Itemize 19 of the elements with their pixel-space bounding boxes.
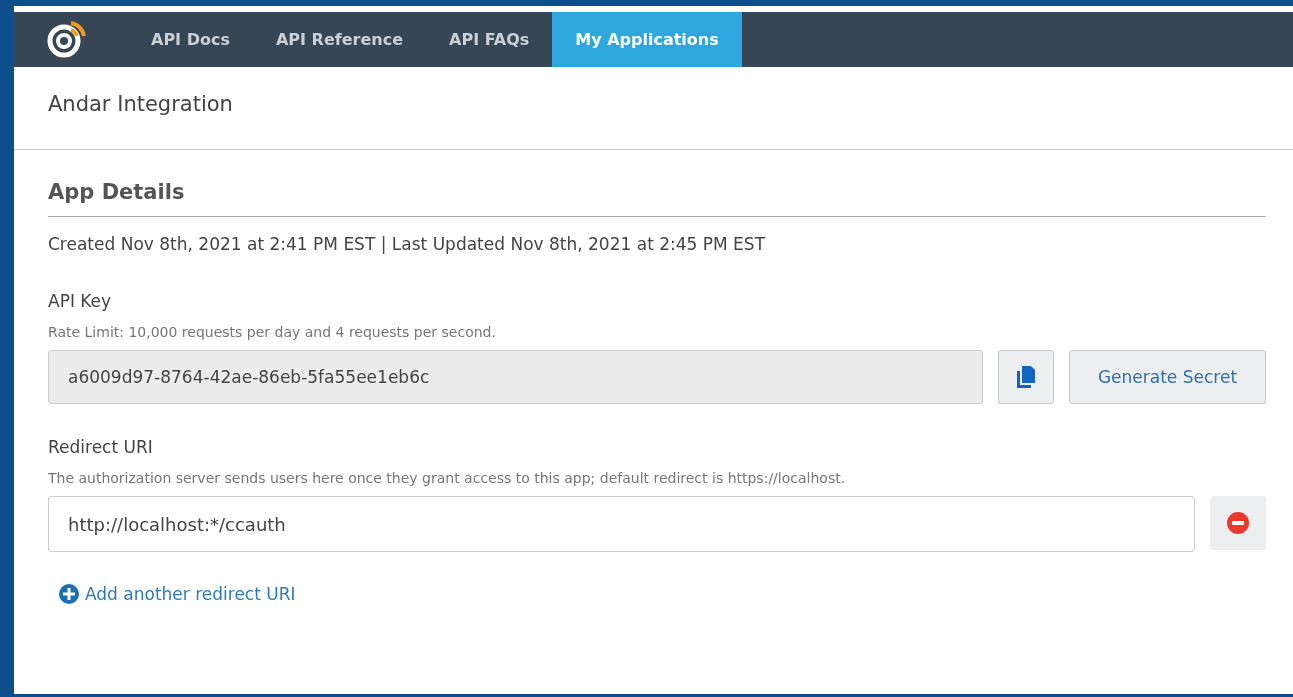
field-hint: The authorization server sends users here once they grant access to this app; default redirect is https://localhost.	[48, 470, 847, 486]
section-heading: App Details	[48, 180, 185, 204]
minus-circle-icon	[1227, 512, 1249, 534]
timestamps: Created Nov 8th, 2021 at 2:41 PM EST | Last Updated Nov 8th, 2021 at 2:45 PM EST	[48, 234, 767, 254]
redirect-uri-field[interactable]: http://localhost:*/ccauth	[48, 496, 1195, 552]
generate-secret-button[interactable]: Generate Secret	[1069, 350, 1266, 404]
nav-tab[interactable]: API Docs	[128, 12, 253, 67]
add-redirect-link[interactable]: Add another redirect URI	[59, 584, 296, 604]
field-hint: Rate Limit: 10,000 requests per day and 4 requests per second.	[48, 324, 497, 340]
nav-tab[interactable]: API FAQs	[426, 12, 553, 67]
remove-button[interactable]	[1210, 496, 1266, 550]
page-title: Andar Integration	[48, 92, 233, 116]
field-label: Redirect URI	[48, 437, 154, 457]
field-label: API Key	[48, 291, 113, 311]
api-key-field[interactable]: a6009d97-8764-42ae-86eb-5fa55ee1eb6c	[48, 350, 983, 404]
nav-tab[interactable]: API Reference	[252, 12, 426, 67]
copy-icon	[1016, 366, 1036, 388]
plus-circle-icon	[59, 584, 79, 604]
copy-button[interactable]	[998, 350, 1054, 404]
